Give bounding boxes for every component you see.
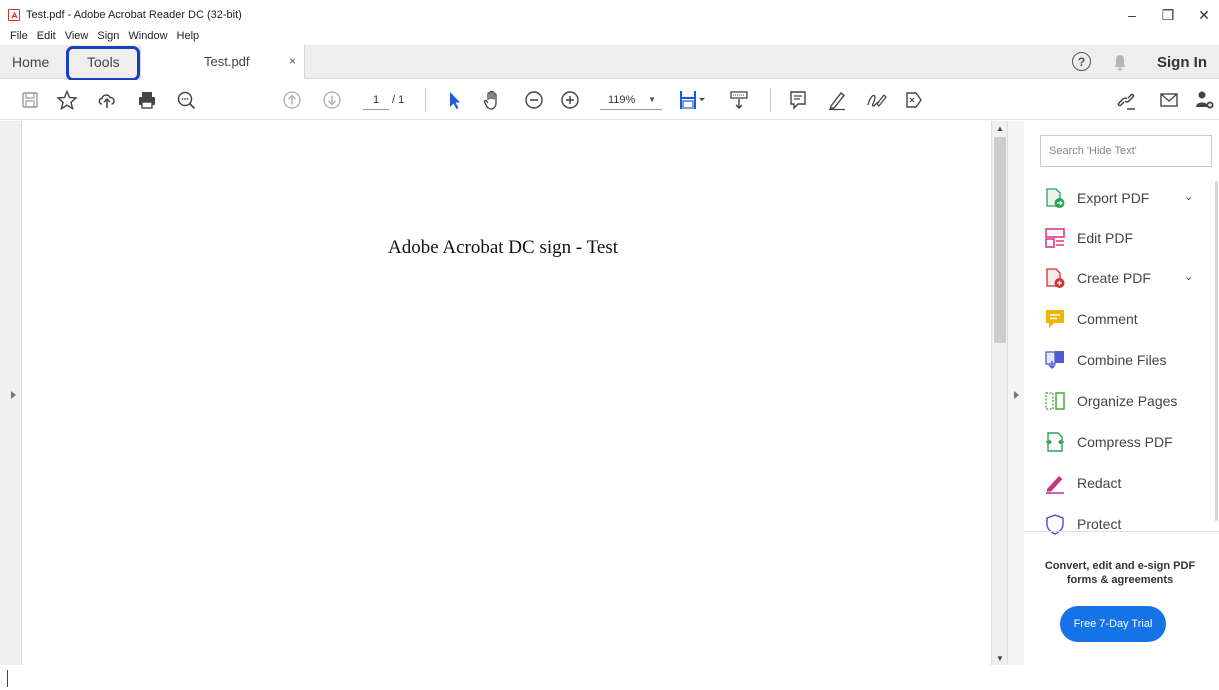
minimize-button[interactable]: – (1114, 4, 1150, 26)
chevron-down-icon[interactable]: ⌄ (1184, 270, 1193, 283)
free-trial-button[interactable]: Free 7-Day Trial (1060, 606, 1166, 642)
tab-document-label: Test.pdf (204, 54, 250, 69)
save-icon[interactable] (18, 88, 42, 112)
acrobat-app-icon (8, 9, 20, 21)
vertical-scrollbar[interactable]: ▲ ▼ (991, 121, 1007, 665)
chevron-down-icon[interactable]: ⌄ (1184, 190, 1193, 203)
combine-files-icon (1044, 349, 1066, 371)
redact-icon (1044, 472, 1066, 494)
zoom-out-icon[interactable] (522, 88, 546, 112)
tools-highlight-box (66, 46, 140, 81)
expand-left-pane-icon[interactable] (11, 391, 16, 399)
print-icon[interactable] (135, 88, 159, 112)
menu-bar: File Edit View Sign Window Help (0, 29, 199, 44)
tools-search-input[interactable]: Search 'Hide Text' (1040, 135, 1212, 167)
previous-page-icon[interactable] (280, 88, 304, 112)
export-pdf-icon (1044, 187, 1066, 209)
sign-in-link[interactable]: Sign In (1157, 54, 1207, 71)
create-pdf-icon (1044, 267, 1066, 289)
tool-export-pdf[interactable]: Export PDF ⌄ (1044, 186, 1214, 210)
document-text: Adobe Acrobat DC sign - Test (388, 237, 618, 258)
tool-label: Combine Files (1077, 352, 1167, 368)
document-view[interactable] (22, 121, 991, 665)
zoom-level-select[interactable]: 119% ▼ (600, 92, 662, 110)
right-pane-toggle-strip[interactable] (1007, 121, 1024, 665)
maximize-button[interactable]: ❐ (1150, 4, 1186, 26)
tab-home[interactable]: Home (12, 54, 49, 70)
title-bar: Test.pdf - Adobe Acrobat Reader DC (32-b… (0, 0, 1219, 28)
tool-label: Export PDF (1077, 190, 1150, 206)
fit-page-icon[interactable] (678, 88, 708, 112)
divider (1024, 531, 1219, 532)
tool-protect[interactable]: Protect (1044, 512, 1214, 536)
tool-label: Redact (1077, 475, 1122, 491)
scroll-mode-icon[interactable] (727, 88, 751, 112)
chevron-down-icon: ▼ (648, 95, 656, 104)
toolbar-separator (425, 88, 426, 112)
notification-bell-icon[interactable] (1112, 53, 1128, 71)
close-window-button[interactable]: ✕ (1186, 4, 1219, 26)
share-link-icon[interactable] (1114, 88, 1138, 112)
scroll-down-arrow-icon[interactable]: ▼ (996, 654, 1004, 663)
menu-sign[interactable]: Sign (97, 29, 119, 44)
select-cursor-icon[interactable] (442, 88, 466, 112)
collapse-right-pane-icon[interactable] (1014, 391, 1019, 399)
acrobat-window: Test.pdf - Adobe Acrobat Reader DC (32-b… (0, 0, 1219, 690)
tool-label: Edit PDF (1077, 230, 1134, 246)
scrollbar-thumb[interactable] (994, 137, 1006, 343)
tools-pane-scrollbar[interactable] (1215, 181, 1218, 521)
help-icon[interactable]: ? (1072, 52, 1091, 71)
add-user-icon[interactable] (1192, 88, 1216, 112)
tool-label: Compress PDF (1077, 434, 1173, 450)
text-cursor (7, 670, 8, 687)
tool-label: Create PDF (1077, 270, 1151, 286)
edit-pdf-icon (1044, 227, 1066, 249)
promo-text: Convert, edit and e-sign PDF forms & agr… (1044, 560, 1196, 586)
bookmark-star-icon[interactable] (55, 88, 79, 112)
tool-label: Comment (1077, 311, 1138, 327)
tool-organize-pages[interactable]: Organize Pages (1044, 389, 1214, 413)
bottom-area (0, 665, 1219, 690)
menu-file[interactable]: File (10, 29, 28, 44)
upload-cloud-icon[interactable] (95, 88, 119, 112)
hand-tool-icon[interactable] (480, 88, 504, 112)
compress-pdf-icon (1044, 431, 1066, 453)
menu-help[interactable]: Help (177, 29, 200, 44)
page-total: / 1 (392, 94, 405, 106)
zoom-level-value: 119% (608, 94, 636, 106)
email-icon[interactable] (1157, 88, 1181, 112)
tool-combine-files[interactable]: Combine Files (1044, 348, 1214, 372)
tool-edit-pdf[interactable]: Edit PDF (1044, 226, 1214, 250)
menu-view[interactable]: View (65, 29, 89, 44)
menu-window[interactable]: Window (128, 29, 167, 44)
comment-icon (1044, 308, 1066, 330)
menu-edit[interactable]: Edit (37, 29, 56, 44)
send-for-signature-icon[interactable] (902, 88, 926, 112)
highlight-pen-icon[interactable] (825, 88, 849, 112)
tab-close-button[interactable]: × (289, 54, 296, 68)
left-navigation-pane[interactable] (0, 121, 22, 665)
fill-sign-icon[interactable] (864, 88, 888, 112)
scroll-up-arrow-icon[interactable]: ▲ (996, 124, 1004, 133)
tool-compress-pdf[interactable]: Compress PDF (1044, 430, 1214, 454)
tool-redact[interactable]: Redact (1044, 471, 1214, 495)
tool-create-pdf[interactable]: Create PDF ⌄ (1044, 266, 1214, 290)
next-page-icon[interactable] (320, 88, 344, 112)
comment-icon[interactable] (786, 88, 810, 112)
tool-comment[interactable]: Comment (1044, 307, 1214, 331)
zoom-in-icon[interactable] (558, 88, 582, 112)
tool-label: Organize Pages (1077, 393, 1178, 409)
tool-label: Protect (1077, 516, 1122, 532)
page-number-input[interactable]: 1 (363, 92, 389, 110)
tools-pane: Search 'Hide Text' Export PDF ⌄ Edit PDF… (1024, 121, 1219, 665)
toolbar-separator (770, 88, 771, 112)
organize-pages-icon (1044, 390, 1066, 412)
find-zoom-icon[interactable] (174, 88, 198, 112)
tab-document[interactable]: Test.pdf × (140, 45, 305, 79)
window-title: Test.pdf - Adobe Acrobat Reader DC (32-b… (26, 9, 242, 21)
